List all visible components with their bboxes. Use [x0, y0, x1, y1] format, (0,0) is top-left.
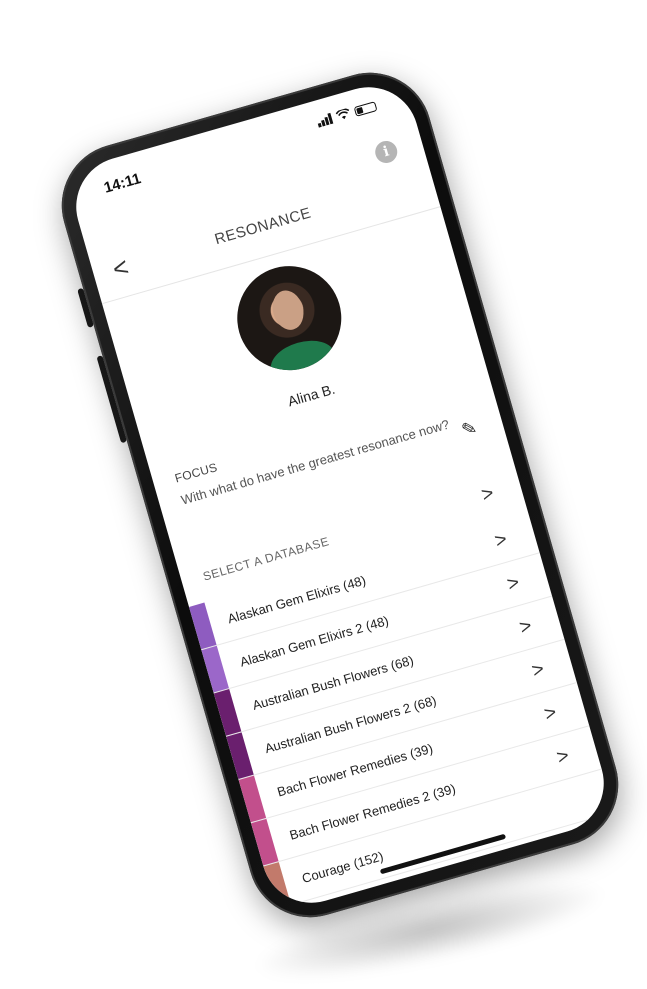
status-icons [316, 100, 378, 128]
chevron-right-icon: > [541, 701, 560, 726]
database-item-label: Courage (152) [300, 847, 385, 886]
signal-icon [316, 112, 334, 128]
chevron-right-icon: > [504, 571, 522, 596]
chevron-right-icon: > [479, 482, 497, 507]
status-time: 14:11 [102, 170, 143, 197]
chevron-right-icon: > [529, 657, 547, 683]
stage: 14:11 i < RESONANCE Alina B. FOCUS With … [0, 0, 647, 989]
avatar [224, 253, 354, 383]
wifi-icon [335, 108, 350, 120]
chevron-right-icon: > [492, 528, 510, 553]
battery-icon [353, 100, 378, 117]
chevron-right-icon: > [554, 744, 572, 769]
phone-device: 14:11 i < RESONANCE Alina B. FOCUS With … [47, 58, 633, 932]
chevron-right-icon: > [517, 614, 535, 640]
